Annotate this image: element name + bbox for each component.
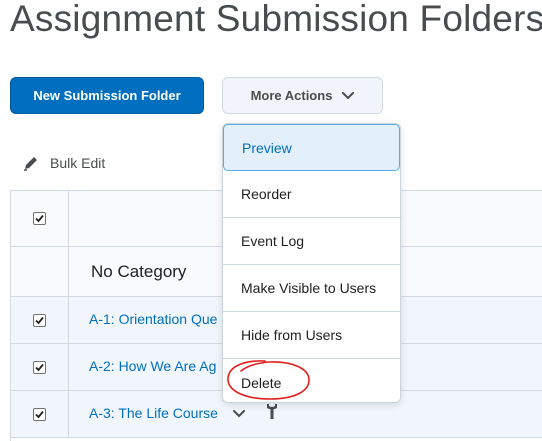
category-spacer bbox=[11, 247, 69, 296]
folder-link[interactable]: A-2: How We Are Ag bbox=[89, 358, 216, 374]
select-column-header bbox=[11, 191, 69, 246]
menu-item-label: Preview bbox=[242, 139, 292, 156]
chevron-down-icon bbox=[342, 91, 355, 99]
more-actions-label: More Actions bbox=[250, 88, 333, 103]
select-cell bbox=[11, 391, 69, 437]
menu-item-hide-from-users[interactable]: Hide from Users bbox=[223, 312, 400, 359]
menu-item-label: Event Log bbox=[241, 233, 305, 249]
menu-item-label: Hide from Users bbox=[241, 327, 343, 343]
select-all-checkbox[interactable] bbox=[33, 212, 46, 225]
menu-item-make-visible[interactable]: Make Visible to Users bbox=[223, 265, 400, 312]
folder-link[interactable]: A-3: The Life Course bbox=[89, 405, 218, 421]
menu-item-reorder[interactable]: Reorder bbox=[223, 171, 400, 218]
bulk-edit-button[interactable]: Bulk Edit bbox=[22, 154, 105, 172]
menu-item-event-log[interactable]: Event Log bbox=[223, 218, 400, 265]
menu-item-preview[interactable]: Preview bbox=[223, 124, 400, 171]
row-checkbox[interactable] bbox=[33, 361, 46, 374]
more-actions-button[interactable]: More Actions bbox=[222, 77, 383, 114]
checkmark-icon bbox=[35, 214, 44, 223]
bulk-edit-label: Bulk Edit bbox=[50, 155, 106, 171]
checkmark-icon bbox=[35, 363, 44, 372]
menu-item-label: Make Visible to Users bbox=[241, 280, 377, 296]
checkmark-icon bbox=[35, 410, 44, 419]
select-cell bbox=[11, 344, 69, 390]
row-menu-chevron-icon[interactable] bbox=[233, 410, 245, 418]
folder-link[interactable]: A-1: Orientation Que bbox=[89, 311, 217, 327]
new-submission-folder-button[interactable]: New Submission Folder bbox=[10, 77, 204, 114]
annotation-circle bbox=[227, 360, 310, 400]
category-label: No Category bbox=[91, 262, 187, 281]
page-title: Assignment Submission Folders bbox=[10, 0, 542, 39]
row-checkbox[interactable] bbox=[33, 408, 46, 421]
select-cell bbox=[11, 297, 69, 343]
checkmark-icon bbox=[35, 316, 44, 325]
row-checkbox[interactable] bbox=[33, 314, 46, 327]
new-submission-folder-label: New Submission Folder bbox=[33, 88, 181, 103]
menu-item-label: Reorder bbox=[241, 186, 292, 202]
pencil-icon bbox=[24, 157, 37, 171]
